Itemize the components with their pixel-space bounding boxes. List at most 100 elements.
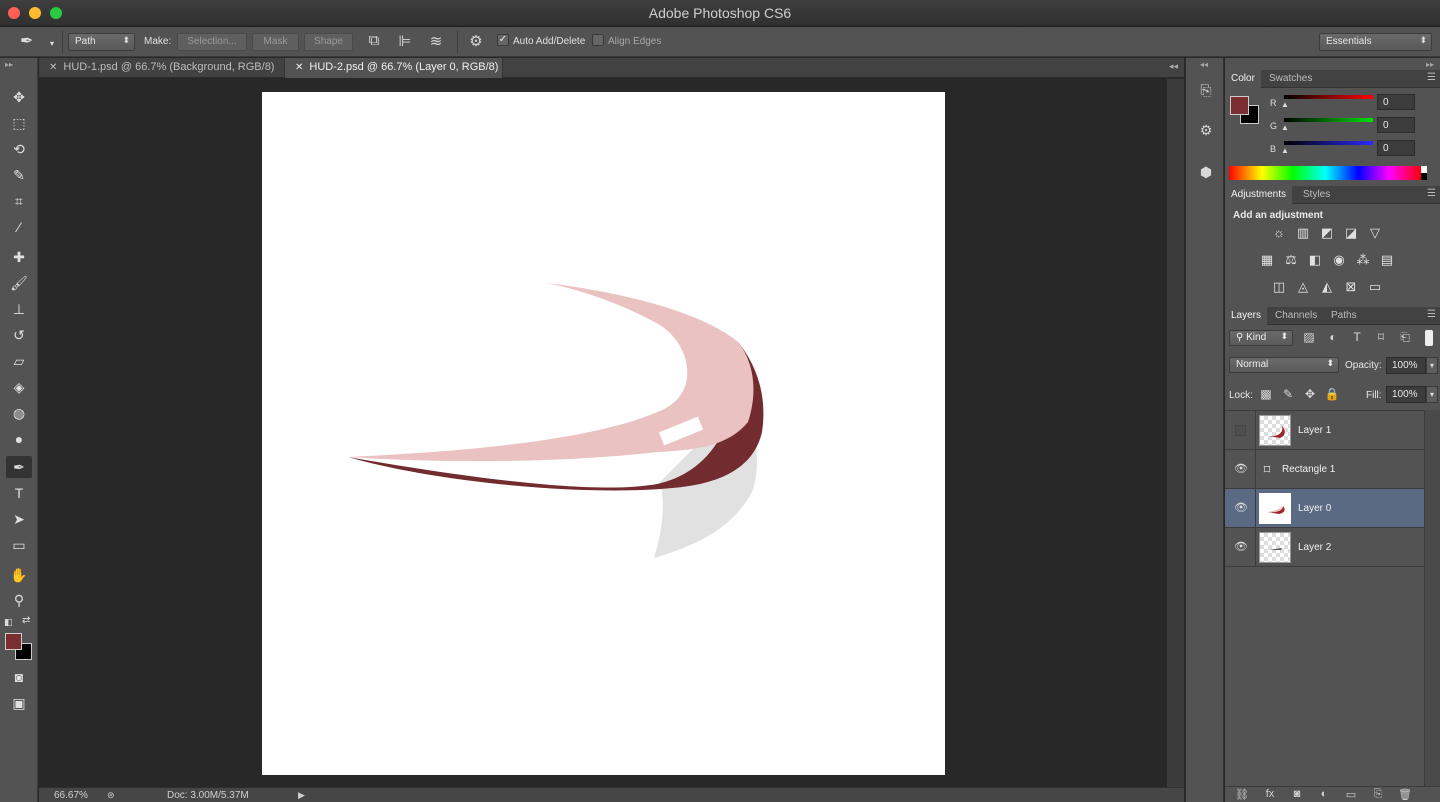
chevron-down-icon[interactable]: ▾ — [1426, 386, 1438, 403]
selective-color-icon[interactable]: ⊠ — [1341, 279, 1361, 297]
vibrance-icon[interactable]: ▽ — [1365, 225, 1385, 243]
history-brush-tool-icon[interactable]: ↺ — [6, 324, 32, 346]
red-channel-value[interactable]: 0 — [1377, 94, 1415, 110]
layer-name[interactable]: Layer 2 — [1298, 542, 1331, 553]
pen-mode-select[interactable]: Path ⬍ — [68, 33, 135, 51]
layer-name[interactable]: Rectangle 1 — [1282, 464, 1335, 475]
filter-toggle-switch[interactable] — [1425, 330, 1433, 346]
foreground-color-swatch[interactable] — [5, 633, 22, 650]
layer-style-icon[interactable]: fx — [1261, 788, 1279, 802]
blend-mode-select[interactable]: Normal ⬍ — [1229, 357, 1339, 373]
smart-object-filter-icon[interactable]: ⎗ — [1396, 330, 1414, 346]
exposure-icon[interactable]: ◪ — [1341, 225, 1361, 243]
layer-row-layer-0[interactable]: 👁 Layer 0 — [1225, 489, 1424, 528]
hue-saturation-icon[interactable]: ▦ — [1257, 252, 1277, 270]
tab-styles[interactable]: Styles — [1297, 186, 1336, 204]
panel-menu-icon[interactable]: ☰ — [1427, 188, 1436, 199]
mask-button[interactable]: Mask — [252, 33, 299, 51]
curves-icon[interactable]: ◩ — [1317, 225, 1337, 243]
zoom-tool-icon[interactable]: ⚲ — [6, 589, 32, 611]
close-icon[interactable]: ✕ — [295, 62, 303, 73]
layer-row-layer-2[interactable]: 👁 Layer 2 — [1225, 528, 1424, 567]
tab-paths[interactable]: Paths — [1325, 307, 1363, 325]
link-layers-icon[interactable]: ⛓ — [1233, 788, 1251, 802]
add-mask-icon[interactable]: ◙ — [1288, 788, 1306, 802]
blue-channel-slider[interactable] — [1284, 141, 1373, 145]
move-tool-icon[interactable]: ✥ — [6, 86, 32, 108]
canvas-vertical-scrollbar[interactable] — [1167, 79, 1184, 787]
path-selection-tool-icon[interactable]: ➤ — [6, 508, 32, 530]
color-lookup-icon[interactable]: ▤ — [1377, 252, 1397, 270]
tab-adjustments[interactable]: Adjustments — [1225, 186, 1293, 204]
dodge-tool-icon[interactable]: ● — [6, 428, 32, 450]
pen-tool-icon[interactable]: ✒ — [6, 456, 32, 478]
auto-add-delete-checkbox[interactable]: ✓ — [497, 34, 509, 46]
black-white-icon[interactable]: ◧ — [1305, 252, 1325, 270]
document-canvas[interactable] — [262, 92, 945, 775]
lock-all-icon[interactable]: 🔒 — [1324, 387, 1340, 403]
visibility-toggle-off[interactable] — [1235, 425, 1246, 436]
rectangle-tool-icon[interactable]: ▭ — [6, 534, 32, 556]
trash-icon[interactable]: 🗑 — [1396, 788, 1414, 802]
layer-row-rectangle-1[interactable]: 👁 ⌑ Rectangle 1 — [1225, 450, 1424, 489]
type-filter-icon[interactable]: T — [1348, 330, 1366, 346]
brightness-contrast-icon[interactable]: ☼ — [1269, 225, 1289, 243]
shape-filter-icon[interactable]: ⌑ — [1372, 330, 1390, 346]
tool-preset-picker[interactable]: ✒ ▾ — [20, 31, 58, 53]
quick-mask-icon[interactable]: ◙ — [6, 666, 32, 688]
paint-bucket-tool-icon[interactable]: ◈ — [6, 376, 32, 398]
history-panel-icon[interactable]: ⎘ — [1196, 82, 1216, 102]
close-icon[interactable]: ✕ — [49, 62, 57, 73]
type-tool-icon[interactable]: T — [6, 482, 32, 504]
tab-swatches[interactable]: Swatches — [1263, 70, 1318, 88]
3d-panel-icon[interactable]: ⬢ — [1196, 164, 1216, 184]
invert-icon[interactable]: ◫ — [1269, 279, 1289, 297]
default-colors-icon[interactable]: ◧ — [4, 617, 13, 628]
color-balance-icon[interactable]: ⚖ — [1281, 252, 1301, 270]
adjustment-filter-icon[interactable]: ◐ — [1324, 330, 1342, 346]
levels-icon[interactable]: ▥ — [1293, 225, 1313, 243]
threshold-icon[interactable]: ◭ — [1317, 279, 1337, 297]
marquee-tool-icon[interactable]: ⬚ — [6, 112, 32, 134]
pixel-filter-icon[interactable]: ▨ — [1300, 330, 1318, 346]
red-channel-slider[interactable] — [1284, 95, 1373, 99]
swap-colors-icon[interactable]: ⇄ — [22, 615, 30, 626]
opacity-input[interactable]: 100% — [1386, 357, 1426, 374]
new-group-icon[interactable]: ▭ — [1342, 788, 1360, 802]
layer-name[interactable]: Layer 0 — [1298, 503, 1331, 514]
workspace-select[interactable]: Essentials ⬍ — [1319, 33, 1432, 51]
screen-mode-icon[interactable]: ▣ — [6, 692, 32, 714]
clone-stamp-tool-icon[interactable]: ⊥ — [6, 298, 32, 320]
crop-tool-icon[interactable]: ⌗ — [6, 190, 32, 212]
lock-transparent-pixels-icon[interactable]: ▩ — [1258, 387, 1274, 403]
eye-icon[interactable]: 👁 — [1234, 501, 1248, 515]
tab-layers[interactable]: Layers — [1225, 307, 1268, 325]
fill-input[interactable]: 100% — [1386, 386, 1426, 403]
slider-thumb-icon[interactable]: ▲ — [1281, 123, 1289, 132]
shape-button[interactable]: Shape — [304, 33, 353, 51]
photo-filter-icon[interactable]: ◉ — [1329, 252, 1349, 270]
layer-filter-kind-select[interactable]: ⚲ Kind ⬍ — [1229, 330, 1293, 346]
share-icon[interactable]: ⊜ — [107, 790, 115, 801]
gear-icon[interactable]: ⚙ — [465, 32, 487, 52]
lock-image-pixels-icon[interactable]: ✎ — [1280, 387, 1296, 403]
collapse-arrows-icon[interactable]: ◂◂ — [1169, 61, 1178, 72]
color-spectrum-ramp[interactable] — [1229, 166, 1422, 180]
gradient-map-icon[interactable]: ▭ — [1365, 279, 1385, 297]
path-alignment-icon[interactable]: ⊫ — [394, 32, 416, 52]
blue-channel-value[interactable]: 0 — [1377, 140, 1415, 156]
status-menu-arrow-icon[interactable]: ▶ — [298, 790, 305, 801]
panel-menu-icon[interactable]: ☰ — [1427, 72, 1436, 83]
green-channel-slider[interactable] — [1284, 118, 1373, 122]
chevron-down-icon[interactable]: ▾ — [1426, 357, 1438, 374]
color-panel-foreground-swatch[interactable] — [1230, 96, 1249, 115]
align-edges-checkbox[interactable] — [592, 34, 604, 46]
eye-icon[interactable]: 👁 — [1234, 540, 1248, 554]
selection-button[interactable]: Selection... — [177, 33, 247, 51]
green-channel-value[interactable]: 0 — [1377, 117, 1415, 133]
lock-position-icon[interactable]: ✥ — [1302, 387, 1318, 403]
path-arrangement-icon[interactable]: ≋ — [425, 32, 447, 52]
posterize-icon[interactable]: ◬ — [1293, 279, 1313, 297]
hand-tool-icon[interactable]: ✋ — [6, 564, 32, 586]
eyedropper-tool-icon[interactable]: ⁄ — [6, 216, 32, 238]
